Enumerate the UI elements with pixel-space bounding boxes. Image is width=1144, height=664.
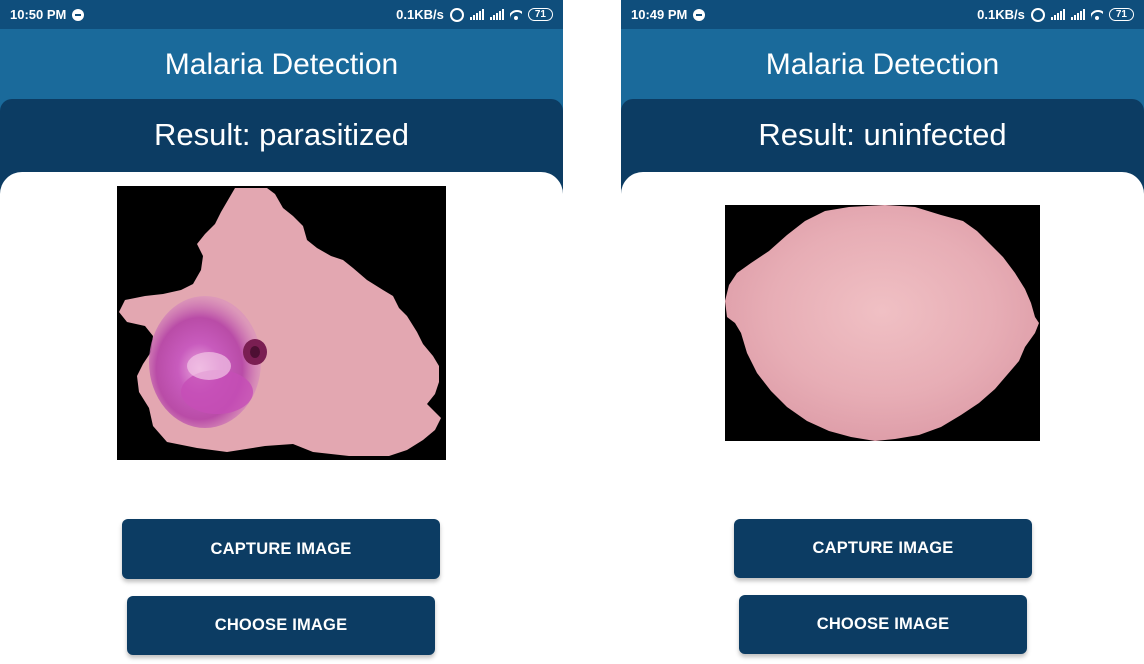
network-speed: 0.1KB/s: [396, 7, 444, 22]
capture-image-button[interactable]: CAPTURE IMAGE: [734, 519, 1032, 578]
result-label: Result: parasitized: [153, 117, 409, 152]
signal-icon: [1050, 9, 1065, 20]
capture-image-button[interactable]: CAPTURE IMAGE: [122, 519, 440, 579]
status-time: 10:50 PM: [10, 7, 67, 22]
phone-screen-uninfected: 10:49 PM 0.1KB/s 71 Malaria Detection Re…: [621, 0, 1144, 664]
parasitized-cell-image: [117, 186, 446, 460]
battery-icon: 71: [527, 8, 553, 21]
uninfected-cell-image: [725, 205, 1040, 441]
messenger-icon: [693, 8, 706, 21]
wifi-icon: [510, 9, 522, 21]
phone-screen-parasitized: 10:50 PM 0.1KB/s 71 Malaria Detection Re…: [0, 0, 563, 664]
signal-icon: [1070, 9, 1085, 20]
app-title: Malaria Detection: [164, 48, 399, 81]
signal-icon: [469, 9, 484, 20]
status-time: 10:49 PM: [631, 7, 688, 22]
status-bar: 10:49 PM 0.1KB/s 71: [621, 0, 1144, 29]
app-title: Malaria Detection: [765, 48, 1000, 81]
alarm-icon: [449, 7, 464, 22]
status-bar: 10:50 PM 0.1KB/s 71: [0, 0, 563, 29]
network-speed: 0.1KB/s: [977, 7, 1025, 22]
alarm-icon: [1030, 7, 1045, 22]
result-label: Result: uninfected: [758, 117, 1007, 152]
choose-image-button[interactable]: CHOOSE IMAGE: [127, 596, 435, 655]
signal-icon: [489, 9, 504, 20]
wifi-icon: [1091, 9, 1103, 21]
battery-icon: 71: [1108, 8, 1134, 21]
messenger-icon: [72, 8, 85, 21]
choose-image-button[interactable]: CHOOSE IMAGE: [739, 595, 1027, 654]
